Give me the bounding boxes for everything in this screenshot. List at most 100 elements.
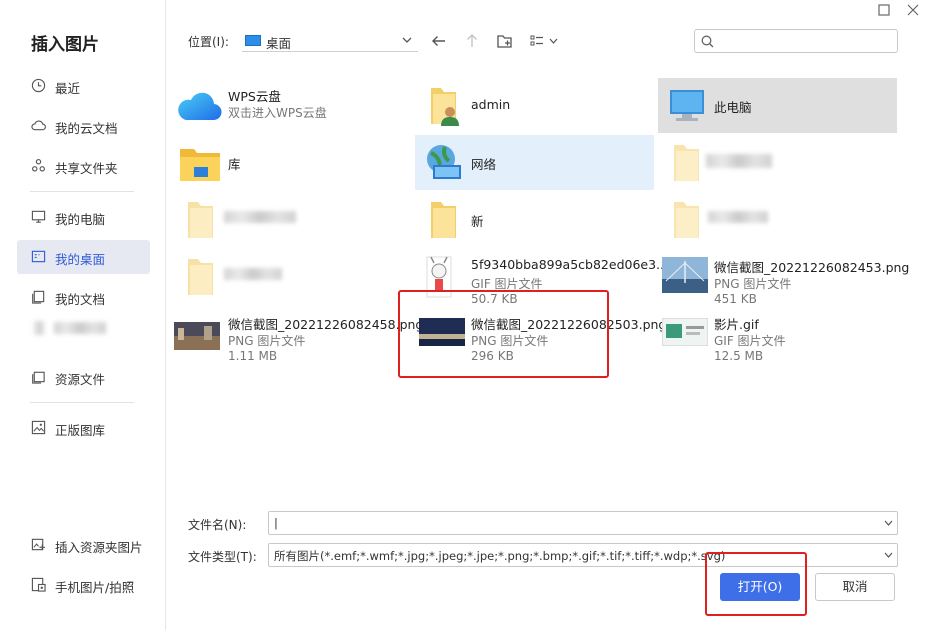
- file-name: 新: [471, 214, 484, 229]
- sidebar-item-my-desktop[interactable]: 我的桌面: [17, 240, 150, 274]
- sidebar-item-label: 插入资源夹图片: [55, 540, 143, 555]
- search-input[interactable]: [694, 29, 898, 53]
- sidebar-item-gallery[interactable]: 正版图库: [17, 411, 150, 445]
- file-item-folder-blurred[interactable]: [172, 192, 411, 247]
- dialog-title: 插入图片: [31, 35, 99, 55]
- file-type: GIF 图片文件: [714, 334, 786, 348]
- library-icon: [180, 149, 220, 181]
- file-type: PNG 图片文件: [714, 277, 792, 291]
- chevron-down-icon: [402, 37, 412, 43]
- file-item-png-082458[interactable]: 微信截图_20221226082458.png PNG 图片文件 1.11 MB: [172, 306, 423, 363]
- close-button[interactable]: [905, 4, 921, 20]
- file-item-new[interactable]: 新: [415, 192, 654, 247]
- file-item-folder-blurred[interactable]: [658, 192, 897, 247]
- blurred-icon: [34, 321, 44, 335]
- blurred-file-name: [224, 268, 282, 280]
- file-item-this-pc[interactable]: 此电脑: [658, 78, 897, 133]
- file-type: PNG 图片文件: [228, 334, 306, 348]
- cancel-button[interactable]: 取消: [815, 573, 895, 601]
- monitor-icon: [31, 210, 46, 223]
- maximize-icon: [878, 4, 890, 16]
- desktop-small-icon: [245, 35, 261, 46]
- sidebar-item-label: 我的文档: [55, 292, 106, 307]
- up-arrow-icon[interactable]: [463, 32, 481, 50]
- file-item-folder-blurred[interactable]: [172, 249, 411, 304]
- blurred-file-name: [708, 211, 768, 223]
- file-size: 1.11 MB: [228, 349, 278, 363]
- sidebar-item-label: 资源文件: [55, 372, 106, 387]
- view-mode-icon: [530, 35, 543, 46]
- insert-folder-image-icon: [31, 538, 46, 551]
- divider: [30, 191, 134, 192]
- insert-folder-image-button[interactable]: 插入资源夹图片: [17, 528, 150, 562]
- bridge-photo-thumbnail: [662, 257, 708, 293]
- filetype-label: 文件类型(T):: [188, 550, 257, 564]
- chevron-down-icon: [549, 38, 558, 44]
- new-folder-icon[interactable]: [496, 32, 514, 50]
- blurred-file-name: [224, 211, 296, 223]
- filename-label: 文件名(N):: [188, 518, 247, 532]
- sidebar-item-my-documents[interactable]: 我的文档: [17, 280, 150, 314]
- file-size: 451 KB: [714, 292, 757, 306]
- sidebar-item-label: 共享文件夹: [55, 161, 118, 176]
- folder-icon: [188, 202, 213, 238]
- file-item-admin[interactable]: admin: [415, 78, 654, 133]
- view-mode-button[interactable]: [530, 32, 560, 50]
- sidebar-item-label: 我的电脑: [55, 212, 106, 227]
- gallery-icon: [31, 420, 46, 435]
- sidebar-item-label: 我的云文档: [55, 121, 118, 136]
- location-dropdown[interactable]: 桌面: [242, 28, 418, 52]
- chevron-down-icon: [884, 520, 893, 526]
- file-name: 微信截图_20221226082458.png: [228, 317, 424, 332]
- desktop-icon: [31, 250, 46, 263]
- clock-icon: [31, 78, 46, 93]
- phone-photo-button[interactable]: 手机图片/拍照: [17, 568, 150, 602]
- file-subtitle: 双击进入WPS云盘: [228, 106, 327, 120]
- network-icon: [427, 145, 461, 179]
- file-item-movie-gif[interactable]: 影片.gif GIF 图片文件 12.5 MB: [658, 306, 897, 363]
- filename-value: |: [274, 516, 278, 530]
- sidebar-item-label: 我的桌面: [55, 252, 106, 267]
- folder-icon: [674, 202, 699, 238]
- documents-icon: [32, 290, 45, 304]
- file-item-folder-blurred[interactable]: [658, 135, 897, 190]
- file-name: 此电脑: [714, 100, 752, 115]
- blurred-sidebar-label: [54, 322, 106, 334]
- blurred-file-name: [706, 154, 772, 168]
- file-name: 网络: [471, 157, 497, 172]
- sidebar-item-recent[interactable]: 最近: [17, 69, 150, 103]
- file-name: 微信截图_20221226082453.png: [714, 260, 910, 275]
- file-item-library[interactable]: 库: [172, 135, 411, 190]
- file-size: 12.5 MB: [714, 349, 764, 363]
- file-name: 影片.gif: [714, 317, 759, 332]
- chevron-down-icon: [884, 552, 893, 558]
- file-item-png-082453[interactable]: 微信截图_20221226082453.png PNG 图片文件 451 KB: [658, 249, 909, 306]
- divider: [30, 402, 134, 403]
- sidebar-item-cloud-docs[interactable]: 我的云文档: [17, 109, 150, 143]
- location-label: 位置(I):: [188, 35, 229, 49]
- sidebar-item-my-computer[interactable]: 我的电脑: [17, 200, 150, 234]
- folder-icon: [674, 145, 699, 181]
- file-item-network[interactable]: 网络: [415, 135, 654, 190]
- maximize-button[interactable]: [876, 4, 892, 20]
- file-name: WPS云盘: [228, 89, 281, 104]
- annotation-box: [705, 552, 807, 616]
- location-value: 桌面: [266, 36, 292, 51]
- share-icon: [32, 159, 45, 172]
- cloud-icon: [31, 120, 46, 131]
- filename-input[interactable]: |: [268, 511, 898, 535]
- phone-photo-icon: [31, 577, 46, 592]
- file-name: 5f9340bba899a5cb82ed06e3...: [471, 257, 668, 272]
- annotation-box: [398, 290, 609, 378]
- file-name: 库: [228, 157, 241, 172]
- sidebar-item-shared-folder[interactable]: 共享文件夹: [17, 149, 150, 183]
- sidebar-item-resource-files[interactable]: 资源文件: [17, 360, 150, 394]
- file-item-wps-cloud[interactable]: WPS云盘 双击进入WPS云盘: [172, 78, 411, 133]
- back-arrow-icon[interactable]: [430, 32, 448, 50]
- movie-gif-thumbnail: [662, 318, 708, 346]
- sidebar-item-label: 正版图库: [55, 423, 106, 438]
- close-icon: [907, 4, 919, 16]
- folder-icon: [32, 371, 45, 384]
- file-name: admin: [471, 97, 511, 112]
- user-folder-icon: [431, 88, 459, 126]
